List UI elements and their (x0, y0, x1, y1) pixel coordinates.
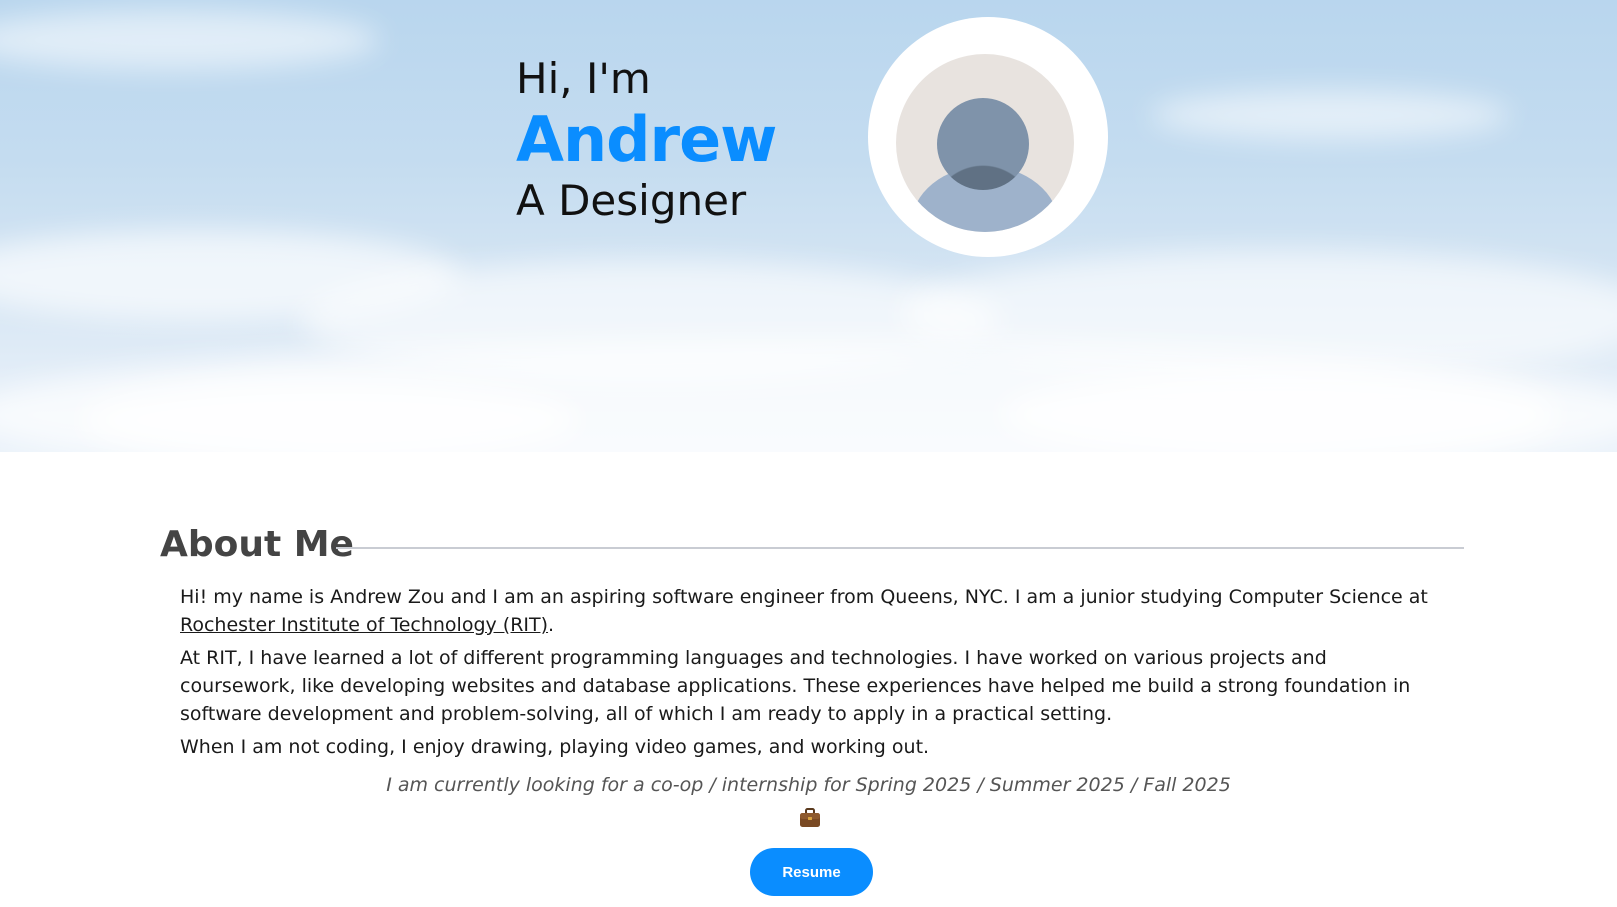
user-avatar-icon (896, 54, 1074, 232)
hero-name: Andrew (516, 103, 777, 176)
about-title: About Me (160, 524, 354, 565)
about-paragraph-3: When I am not coding, I enjoy drawing, p… (180, 736, 930, 758)
about-heading: About Me (160, 520, 1464, 570)
about-text: Hi! my name is Andrew Zou and I am an as… (180, 583, 1440, 766)
hero-greeting: Hi, I'm (516, 54, 651, 103)
hero-banner: Hi, I'm Andrew A Designer (0, 0, 1617, 452)
about-p1-text: Hi! my name is Andrew Zou and I am an as… (180, 586, 1428, 608)
avatar (868, 17, 1108, 257)
resume-button[interactable]: Resume (750, 848, 873, 896)
availability-note: I am currently looking for a co-op / int… (386, 774, 1231, 796)
about-p1-end: . (548, 614, 555, 636)
hero-intro: Hi, I'm Andrew A Designer (516, 52, 777, 228)
about-paragraph-1: Hi! my name is Andrew Zou and I am an as… (180, 583, 1440, 639)
hero-role: A Designer (516, 176, 747, 225)
rit-link[interactable]: Rochester Institute of Technology (RIT) (180, 614, 548, 636)
briefcase-icon (800, 808, 820, 827)
about-divider (336, 547, 1464, 549)
about-paragraph-2: At RIT, I have learned a lot of differen… (180, 647, 1411, 725)
